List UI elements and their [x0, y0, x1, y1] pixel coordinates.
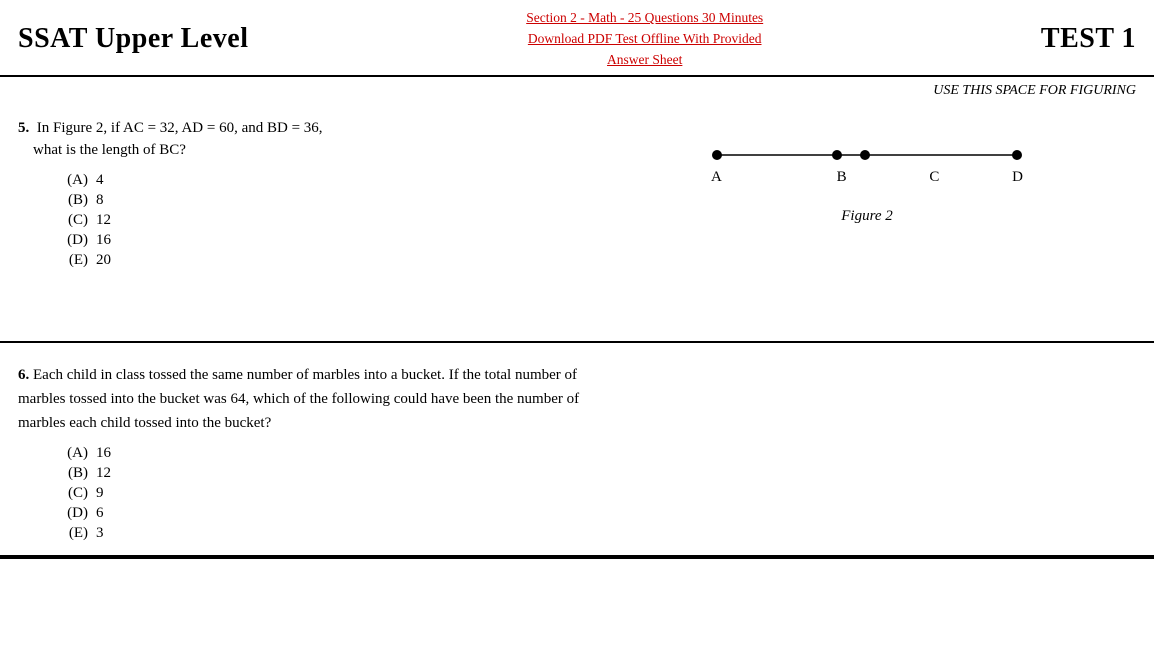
option-d-label: (D)	[48, 232, 88, 249]
option-b-label: (B)	[48, 192, 88, 209]
question-5-number: 5.	[18, 120, 33, 136]
list-item: (D) 16	[48, 232, 598, 249]
point-d-label: D	[1012, 169, 1023, 186]
list-item: (E) 3	[48, 525, 598, 542]
header-center-info[interactable]: Section 2 - Math - 25 Questions 30 Minut…	[526, 8, 763, 71]
question-5-left: 5. In Figure 2, if AC = 32, AD = 60, and…	[18, 113, 598, 341]
figure-2-caption: Figure 2	[841, 208, 893, 225]
q6-option-c-label: (C)	[48, 485, 88, 502]
page-header: SSAT Upper Level Section 2 - Math - 25 Q…	[0, 0, 1154, 77]
section-line3[interactable]: Answer Sheet	[526, 50, 763, 71]
question-6-options: (A) 16 (B) 12 (C) 9 (D) 6 (E) 3	[48, 445, 598, 542]
question-5-section: 5. In Figure 2, if AC = 32, AD = 60, and…	[0, 103, 1154, 343]
option-c-value: 12	[96, 212, 126, 229]
q6-option-b-label: (B)	[48, 465, 88, 482]
q6-option-d-value: 6	[96, 505, 126, 522]
figure-2-labels: A B C D	[707, 169, 1027, 186]
q6-option-e-value: 3	[96, 525, 126, 542]
option-a-value: 4	[96, 172, 126, 189]
test-label: TEST 1	[1041, 23, 1136, 55]
point-c-label: C	[929, 169, 939, 186]
figure-2-svg	[707, 141, 1027, 169]
q6-option-e-label: (E)	[48, 525, 88, 542]
question-5-text: 5. In Figure 2, if AC = 32, AD = 60, and…	[18, 117, 598, 162]
list-item: (A) 4	[48, 172, 598, 189]
page-title: SSAT Upper Level	[18, 23, 248, 55]
section-line2[interactable]: Download PDF Test Offline With Provided	[526, 29, 763, 50]
q6-option-a-label: (A)	[48, 445, 88, 462]
option-e-label: (E)	[48, 252, 88, 269]
point-b-label: B	[837, 169, 847, 186]
list-item: (C) 9	[48, 485, 598, 502]
question-6-right	[598, 359, 1136, 545]
list-item: (B) 8	[48, 192, 598, 209]
question-6-number: 6.	[18, 367, 33, 383]
section-line1[interactable]: Section 2 - Math - 25 Questions 30 Minut…	[526, 8, 763, 29]
option-a-label: (A)	[48, 172, 88, 189]
list-item: (A) 16	[48, 445, 598, 462]
q6-option-a-value: 16	[96, 445, 126, 462]
question-5-options: (A) 4 (B) 8 (C) 12 (D) 16 (E) 20	[48, 172, 598, 269]
list-item: (E) 20	[48, 252, 598, 269]
question-6-text: 6. Each child in class tossed the same n…	[18, 363, 598, 435]
q6-option-c-value: 9	[96, 485, 126, 502]
bottom-divider	[0, 557, 1154, 559]
question-5-line1: In Figure 2, if AC = 32, AD = 60, and BD…	[37, 120, 323, 136]
question-6-section: 6. Each child in class tossed the same n…	[0, 343, 1154, 557]
list-item: (C) 12	[48, 212, 598, 229]
question-5-figure: A B C D Figure 2	[598, 113, 1136, 341]
q6-option-d-label: (D)	[48, 505, 88, 522]
question-5-line2: what is the length of BC?	[33, 142, 186, 158]
figure-2-diagram: A B C D Figure 2	[707, 141, 1027, 225]
option-e-value: 20	[96, 252, 126, 269]
list-item: (D) 6	[48, 505, 598, 522]
figuring-label: USE THIS SPACE FOR FIGURING	[0, 77, 1154, 103]
list-item: (B) 12	[48, 465, 598, 482]
question-6-left: 6. Each child in class tossed the same n…	[18, 359, 598, 545]
option-d-value: 16	[96, 232, 126, 249]
option-b-value: 8	[96, 192, 126, 209]
option-c-label: (C)	[48, 212, 88, 229]
point-a-label: A	[711, 169, 722, 186]
q6-option-b-value: 12	[96, 465, 126, 482]
